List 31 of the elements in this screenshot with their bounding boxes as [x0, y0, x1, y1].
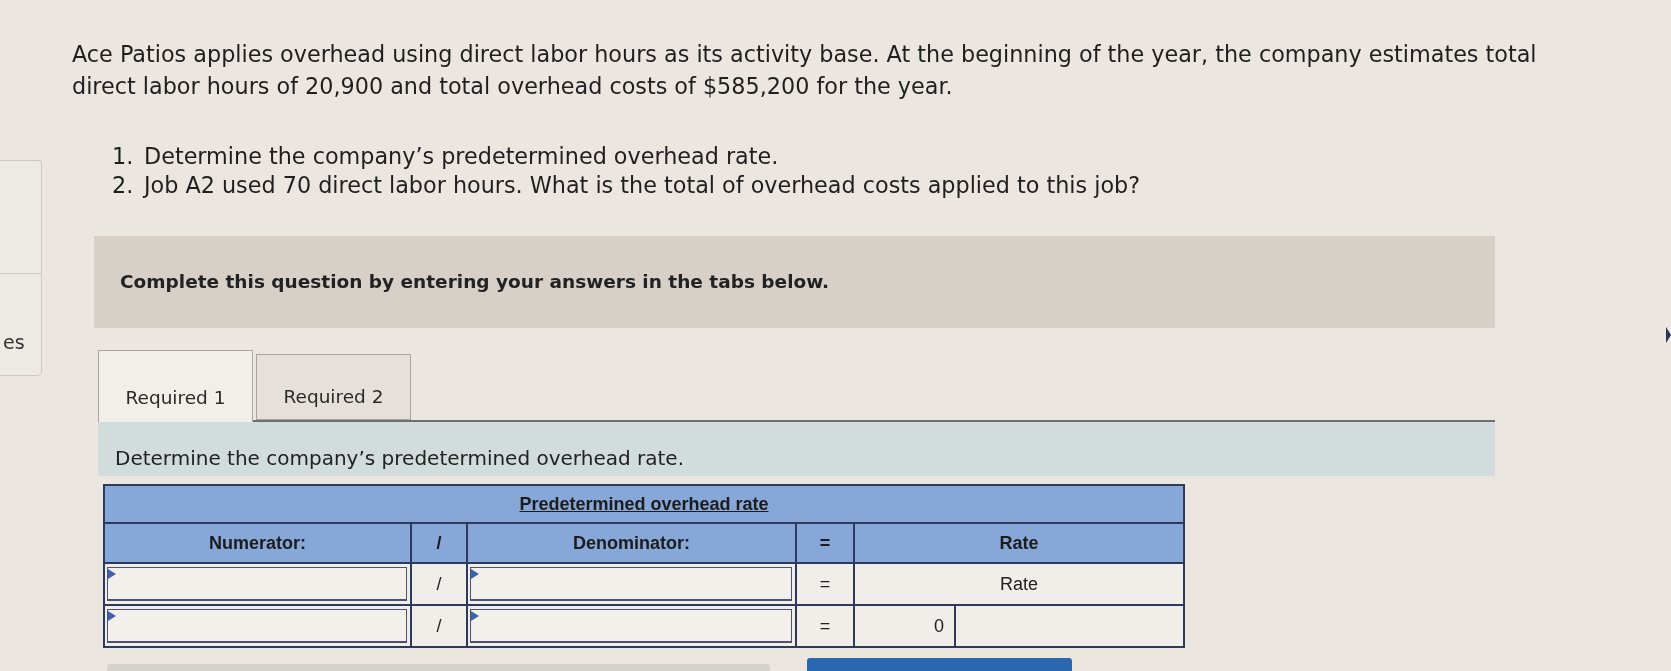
step-text: Job A2 used 70 direct labor hours. What is the total of overhead costs applied to this job?	[144, 171, 1141, 200]
operator-cell: /	[411, 605, 467, 647]
operator-cell: /	[411, 563, 467, 605]
step-text: Determine the company’s predetermined overhead rate.	[144, 142, 779, 171]
equals-cell: =	[796, 605, 854, 647]
banner-text: Complete this question by entering your answers in the tabs below.	[120, 270, 830, 294]
tab[interactable]: Required 1	[98, 350, 253, 422]
numerator-input[interactable]	[107, 608, 407, 643]
denominator-input[interactable]	[470, 566, 792, 601]
column-header: /	[411, 523, 467, 563]
column-header: Denominator:	[467, 523, 796, 563]
denominator-input[interactable]	[470, 608, 792, 643]
corner-marker-icon	[108, 610, 116, 621]
numerator-input[interactable]	[107, 566, 407, 601]
step-number: 1.	[112, 142, 135, 171]
corner-marker-icon	[108, 568, 116, 579]
column-header: =	[796, 523, 854, 563]
instruction-text: Determine the company’s predetermined overhead rate.	[115, 446, 684, 470]
result-cell: Rate	[854, 563, 1184, 605]
tab[interactable]: Required 2	[256, 354, 411, 420]
table-title: Predetermined overhead rate	[519, 493, 769, 514]
equals-cell: =	[796, 563, 854, 605]
corner-marker-icon	[471, 568, 479, 579]
column-header: Numerator:	[104, 523, 411, 563]
side-panel-label: es	[2, 331, 26, 353]
question-text: Ace Patios applies overhead using direct labor hours as its activity base. At the beginning of the year, the company estimates total direct labor hours of 20,900 and total overhead costs of $585,200 for the year.	[72, 40, 1538, 101]
column-header: Rate	[854, 523, 1184, 563]
corner-marker-icon	[471, 610, 479, 621]
step-number: 2.	[112, 171, 135, 200]
triangle-marker-icon	[1666, 327, 1671, 343]
result-value: 0	[855, 606, 956, 646]
